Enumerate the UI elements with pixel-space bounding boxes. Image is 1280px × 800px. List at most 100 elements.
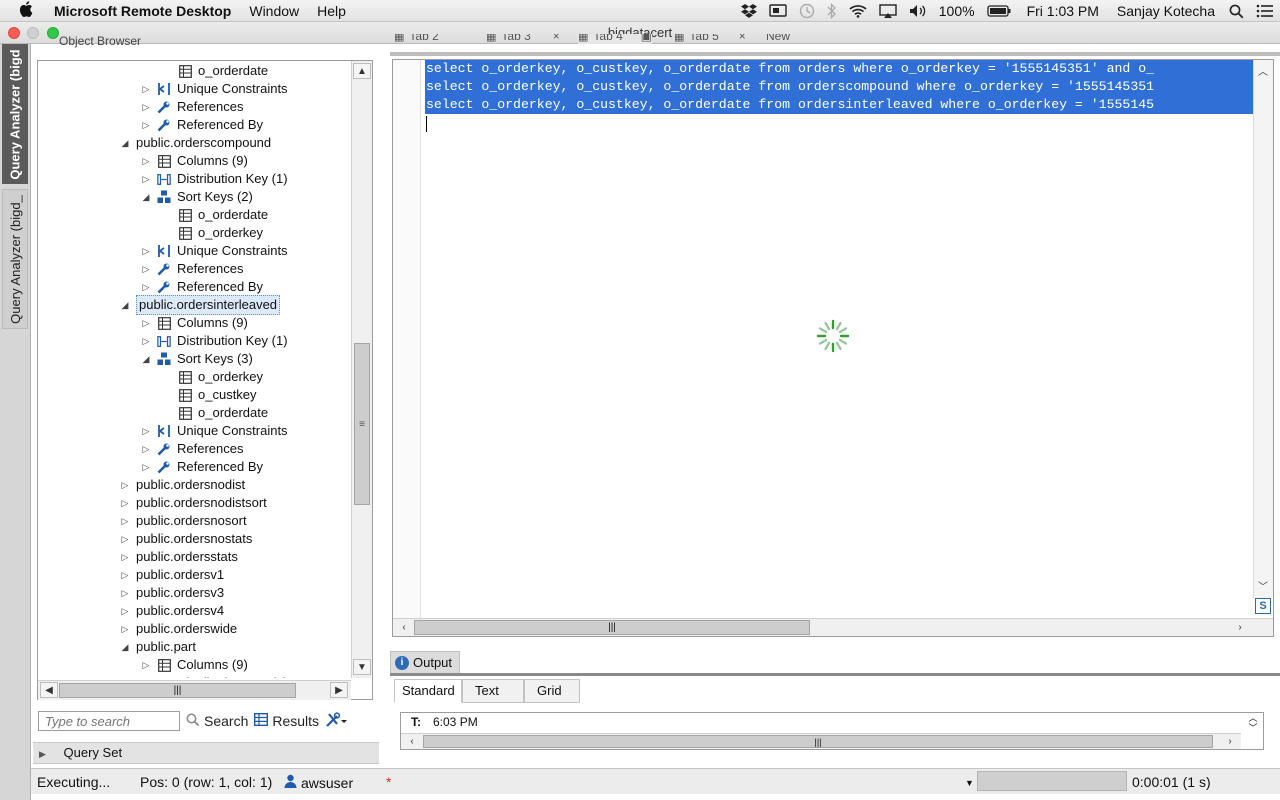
- query-set-header[interactable]: ▶ Query Set: [33, 742, 379, 764]
- tree-node[interactable]: ▷ public.ordersv4: [120, 602, 225, 620]
- editor-tab-3[interactable]: ▦ Tab 3 ×: [486, 34, 560, 44]
- tree-node[interactable]: o_orderdate: [178, 62, 268, 80]
- scroll-down-button[interactable]: ▼: [353, 659, 371, 675]
- collapsed-arrow-icon[interactable]: ▷: [120, 602, 130, 620]
- collapsed-arrow-icon[interactable]: ▷: [141, 314, 151, 332]
- tree-node[interactable]: o_orderkey: [178, 224, 263, 242]
- object-search-input[interactable]: [38, 711, 180, 731]
- expanded-arrow-icon[interactable]: ◢: [120, 134, 130, 152]
- spotlight-search-icon[interactable]: [1223, 4, 1250, 19]
- sql-code-area[interactable]: select o_orderkey, o_custkey, o_orderdat…: [425, 60, 1253, 130]
- tree-node[interactable]: ▷ Unique Constraints: [141, 422, 288, 440]
- close-window-button[interactable]: [8, 27, 20, 39]
- collapsed-arrow-icon[interactable]: ▷: [120, 620, 130, 638]
- object-browser-tree[interactable]: o_orderdate ▷ Unique Constraints ▷ Reference…: [38, 62, 352, 678]
- collapsed-arrow-icon[interactable]: ▷: [141, 152, 151, 170]
- tree-node[interactable]: ▷ References: [141, 98, 244, 116]
- new-tab-button[interactable]: New: [766, 34, 790, 44]
- tree-node[interactable]: ◢ Sort Keys (2): [141, 188, 253, 206]
- tree-node[interactable]: ▷ References: [141, 440, 244, 458]
- collapsed-arrow-icon[interactable]: ▷: [120, 494, 130, 512]
- output-panel-tab[interactable]: i Output: [390, 651, 460, 673]
- scroll-thumb[interactable]: ≡: [354, 343, 370, 505]
- expanded-arrow-icon[interactable]: ◢: [120, 296, 130, 314]
- tab-text[interactable]: Text: [462, 679, 524, 703]
- tree-node[interactable]: ▷ public.ordersv1: [120, 566, 225, 584]
- tree-node[interactable]: ◢ public.ordersinterleaved: [120, 295, 281, 315]
- tree-node[interactable]: o_custkey: [178, 386, 257, 404]
- airplay-icon[interactable]: [873, 4, 903, 18]
- tree-node[interactable]: ▷ Referenced By: [141, 116, 263, 134]
- dropdown-arrow-icon[interactable]: ▼: [965, 778, 974, 788]
- tree-node[interactable]: ▷ public.ordersnostats: [120, 530, 253, 548]
- collapsed-arrow-icon[interactable]: ▷: [120, 548, 130, 566]
- collapsed-arrow-icon[interactable]: ▷: [141, 98, 151, 116]
- tree-node[interactable]: ▷ public.orderswide: [120, 620, 238, 638]
- tree-node[interactable]: ▷ public.ordersstats: [120, 548, 238, 566]
- collapsed-arrow-icon[interactable]: ▷: [120, 512, 130, 530]
- tab-grid[interactable]: Grid: [524, 679, 580, 703]
- scroll-down-button[interactable]: ﹀: [1254, 577, 1272, 593]
- collapsed-arrow-icon[interactable]: ▷: [120, 566, 130, 584]
- output-vertical-scrollbar[interactable]: ︿ ﹀: [1243, 713, 1263, 733]
- collapsed-arrow-icon[interactable]: ▷: [141, 170, 151, 188]
- bluetooth-icon[interactable]: [821, 3, 843, 19]
- scroll-left-button[interactable]: ◀: [40, 682, 58, 698]
- tree-node[interactable]: ◢ Sort Keys (3): [141, 350, 253, 368]
- side-tab-query-analyzer-1[interactable]: Query Analyzer (bigd: [2, 44, 28, 184]
- tree-node[interactable]: ▷ Distribution Key (1): [141, 332, 288, 350]
- collapsed-arrow-icon[interactable]: ▷: [120, 476, 130, 494]
- scroll-up-button[interactable]: ▲: [353, 63, 371, 79]
- code-line[interactable]: select o_orderkey, o_custkey, o_orderdat…: [425, 78, 1253, 96]
- scroll-left-button[interactable]: ‹: [403, 734, 421, 748]
- apple-icon[interactable]: [0, 0, 52, 21]
- scroll-right-button[interactable]: ›: [1231, 619, 1249, 635]
- scroll-left-button[interactable]: ‹: [395, 619, 413, 635]
- help-menu[interactable]: Help: [308, 3, 355, 19]
- collapsed-arrow-icon[interactable]: ▷: [120, 530, 130, 548]
- side-tab-query-analyzer-2[interactable]: Query Analyzer (bigd_: [2, 189, 28, 329]
- tree-node[interactable]: ▷ Columns (9): [141, 314, 248, 332]
- connection-user[interactable]: awsuser: [284, 774, 353, 791]
- tree-node[interactable]: o_orderdate: [178, 404, 268, 422]
- tree-node[interactable]: ▷ Distribution Key (1): [141, 674, 288, 678]
- tree-node[interactable]: ▷ Columns (9): [141, 152, 248, 170]
- menubar-clock[interactable]: Fri 1:03 PM: [1017, 3, 1109, 19]
- collapsed-arrow-icon[interactable]: ▷: [141, 440, 151, 458]
- tree-node[interactable]: ▷ Referenced By: [141, 458, 263, 476]
- tree-node[interactable]: o_orderkey: [178, 368, 263, 386]
- collapsed-arrow-icon[interactable]: ▷: [120, 584, 130, 602]
- split-editor-icon[interactable]: S: [1255, 598, 1271, 614]
- tree-node[interactable]: o_orderdate: [178, 206, 268, 224]
- results-button[interactable]: Results: [254, 712, 319, 729]
- collapsed-arrow-icon[interactable]: ▷: [141, 116, 151, 134]
- output-messages[interactable]: T: 6:03 PM ︿ ﹀ ‹ ||| ›: [400, 712, 1264, 750]
- collapsed-arrow-icon[interactable]: ▷: [141, 458, 151, 476]
- expanded-arrow-icon[interactable]: ◢: [120, 638, 130, 656]
- editor-tab-4[interactable]: ▦ Tab 4 ▣: [578, 34, 653, 44]
- collapsed-arrow-icon[interactable]: ▷: [141, 80, 151, 98]
- editor-tab-2[interactable]: ▦ Tab 2: [394, 34, 439, 44]
- code-line[interactable]: select o_orderkey, o_custkey, o_orderdat…: [425, 60, 1253, 78]
- editor-tab-5[interactable]: ▦ Tab 5 ×: [674, 34, 746, 44]
- collapsed-arrow-icon[interactable]: ▷: [141, 242, 151, 260]
- wifi-icon[interactable]: [843, 4, 873, 18]
- collapsed-arrow-icon[interactable]: ▷: [141, 278, 151, 296]
- tree-node[interactable]: ▷ public.ordersnosort: [120, 512, 247, 530]
- tree-node[interactable]: ▷ Unique Constraints: [141, 242, 288, 260]
- battery-icon[interactable]: [981, 5, 1017, 17]
- expanded-arrow-icon[interactable]: ◢: [141, 350, 151, 368]
- app-menu[interactable]: Microsoft Remote Desktop: [52, 3, 240, 19]
- tree-node[interactable]: ▷ public.ordersnodist: [120, 476, 246, 494]
- editor-vertical-scrollbar[interactable]: ︿ ﹀: [1253, 60, 1273, 598]
- window-menu[interactable]: Window: [240, 3, 308, 19]
- scroll-thumb[interactable]: |||: [423, 735, 1213, 748]
- collapsed-arrow-icon[interactable]: ▷: [141, 674, 151, 678]
- scroll-thumb[interactable]: |||: [59, 683, 296, 698]
- scroll-thumb[interactable]: |||: [414, 620, 810, 635]
- tree-node[interactable]: ◢ public.part: [120, 638, 196, 656]
- tree-node[interactable]: ▷ Columns (9): [141, 656, 248, 674]
- notification-center-icon[interactable]: [1250, 4, 1280, 18]
- tree-node[interactable]: ▷ Referenced By: [141, 278, 263, 296]
- object-browser-vertical-scrollbar[interactable]: ▲ ≡ ▼: [351, 61, 372, 678]
